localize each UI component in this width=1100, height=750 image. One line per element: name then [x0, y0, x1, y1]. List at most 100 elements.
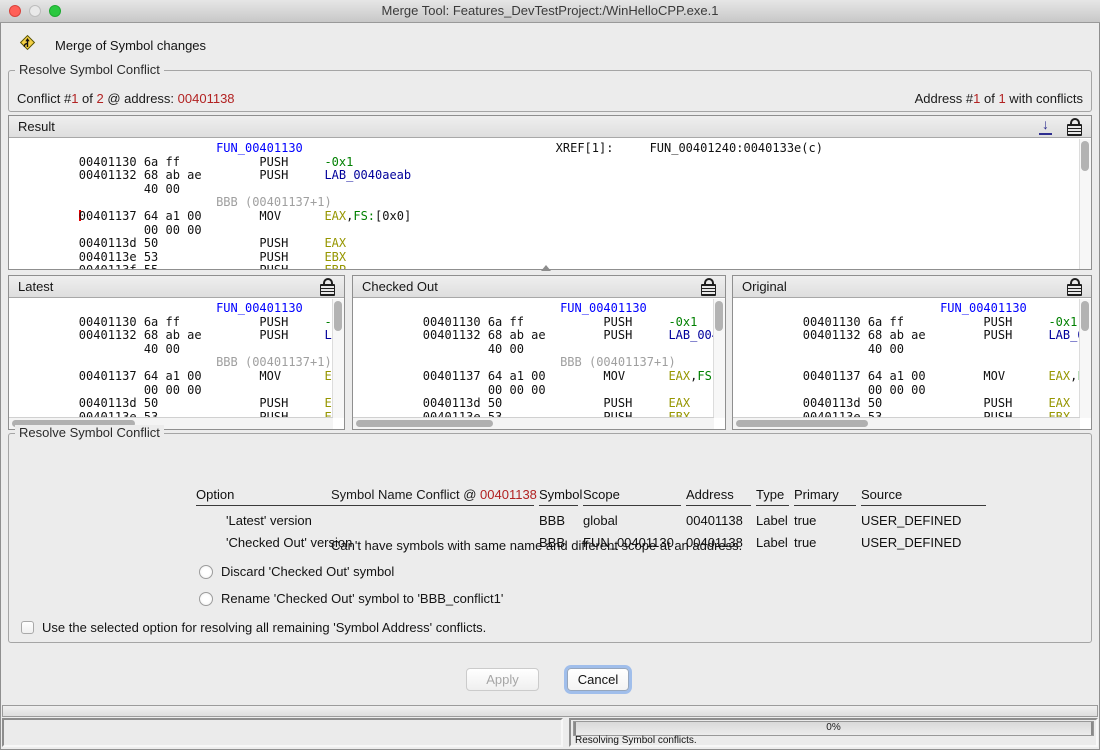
scrollbar-thumb[interactable] — [1081, 141, 1089, 171]
listing-line: 00401132 68 ab ae PUSH LAB_0040aeab — [365, 329, 725, 343]
listing-line: 0040113e 53 PUSH EBX — [21, 251, 1091, 265]
panel-title: Latest — [18, 279, 53, 294]
listing-line: 00401130 6a ff PUSH -0x1 — [745, 316, 1091, 330]
radio-label: Discard 'Checked Out' symbol — [221, 564, 394, 579]
group-title: Resolve Symbol Conflict — [15, 425, 164, 440]
table-cell: Label — [756, 506, 789, 528]
radio-button-icon[interactable] — [199, 592, 213, 606]
radio-discard-checked-out[interactable]: Discard 'Checked Out' symbol — [199, 564, 394, 579]
progress-message: Resolving Symbol conflicts. — [575, 735, 697, 746]
listing-line: BBB (00401137+1) — [365, 356, 725, 370]
listing-line: 40 00 — [21, 183, 1091, 197]
vertical-scrollbar[interactable] — [713, 299, 725, 418]
merge-tool-window: Merge Tool: Features_DevTestProject:/Win… — [0, 0, 1100, 750]
listing-line: BBB (00401137+1) — [21, 356, 344, 370]
listing-line: 00401137 64 a1 00 MOV EAX,FS:[0x0] — [745, 370, 1091, 384]
table-header-cell: Address — [686, 487, 751, 506]
listing-line: 00 00 00 — [365, 384, 725, 398]
checked-out-panel-header: Checked Out — [353, 276, 725, 298]
vertical-scrollbar[interactable] — [1079, 299, 1091, 418]
table-header-cell: Scope — [583, 487, 681, 506]
listing-line: 40 00 — [21, 343, 344, 357]
listing-line: 0040113d 50 PUSH EAX — [21, 397, 344, 411]
listing-line: 00401137 64 a1 00 MOV EAX,FS:[0x0] — [21, 370, 344, 384]
status-strip — [2, 705, 1098, 717]
horizontal-scrollbar[interactable] — [733, 417, 1080, 429]
progress-percent: 0% — [826, 722, 840, 733]
group-title: Resolve Symbol Conflict — [15, 62, 164, 77]
progress-bar: 0% — [573, 721, 1094, 736]
vertical-scrollbar[interactable] — [1079, 139, 1091, 269]
listing-line: 0040113d 50 PUSH EAX — [745, 397, 1091, 411]
table-cell: 'Latest' version — [196, 506, 534, 528]
table-header-cell: Option — [196, 487, 534, 506]
result-panel-header: Result ↓ — [9, 116, 1091, 138]
table-header-cell: Source — [861, 487, 986, 506]
lock-icon[interactable] — [320, 284, 335, 296]
resolve-conflict-bottom-group: Resolve Symbol Conflict Symbol Name Conf… — [8, 433, 1092, 643]
conflict-counter: Conflict #1 of 2 @ address: 00401138 — [17, 91, 235, 106]
table-cell: true — [794, 506, 856, 528]
radio-rename-checked-out[interactable]: Rename 'Checked Out' symbol to 'BBB_conf… — [199, 591, 503, 606]
window-title: Merge Tool: Features_DevTestProject:/Win… — [0, 3, 1100, 18]
phase-label: Merge of Symbol changes — [55, 38, 206, 53]
original-assembly-listing: FUN_00401130 00401130 6a ff PUSH -0x1 00… — [733, 299, 1091, 418]
radio-label: Rename 'Checked Out' symbol to 'BBB_conf… — [221, 591, 503, 606]
table-header-cell: Primary — [794, 487, 856, 506]
listing-line: 00401132 68 ab ae PUSH LAB_0040aeab — [21, 169, 1091, 183]
use-for-all-checkbox-row[interactable]: Use the selected option for resolving al… — [21, 620, 486, 635]
result-panel: Result ↓ FUN_00401130 XREF[1]: FUN_00401… — [8, 115, 1092, 270]
table-header-cell: Type — [756, 487, 789, 506]
listing-line — [745, 356, 1091, 370]
table-cell: 00401138 — [686, 506, 751, 528]
panel-title: Original — [742, 279, 787, 294]
progress-panel: 0% Resolving Symbol conflicts. — [569, 718, 1098, 747]
horizontal-scrollbar[interactable] — [353, 417, 714, 429]
listing-line: 0040113d 50 PUSH EAX — [365, 397, 725, 411]
lock-icon[interactable] — [1067, 284, 1082, 296]
splitter-handle-icon[interactable] — [541, 265, 551, 271]
merge-road-icon — [18, 33, 37, 57]
radio-button-icon[interactable] — [199, 565, 213, 579]
listing-line: 00401137 64 a1 00 MOV EAX,FS:[0x0] — [21, 210, 1091, 224]
listing-line: 00401132 68 ab ae PUSH LAB_0040aeab — [21, 329, 344, 343]
scrollbar-thumb[interactable] — [334, 301, 342, 331]
listing-line: 00 00 00 — [745, 384, 1091, 398]
checked-out-assembly-listing: FUN_00401130 00401130 6a ff PUSH -0x1 00… — [353, 299, 725, 418]
apply-to-result-icon[interactable]: ↓ — [1038, 118, 1053, 135]
apply-button[interactable]: Apply — [466, 668, 539, 691]
cancel-button[interactable]: Cancel — [567, 668, 629, 691]
listing-line: 00401130 6a ff PUSH -0x1 — [365, 316, 725, 330]
table-cell: true — [794, 528, 856, 550]
lock-icon[interactable] — [1067, 124, 1082, 136]
scrollbar-thumb[interactable] — [715, 301, 723, 331]
listing-line: 00401130 6a ff PUSH -0x1 — [21, 316, 344, 330]
address-counter: Address #1 of 1 with conflicts — [915, 91, 1083, 106]
scrollbar-thumb[interactable] — [736, 420, 868, 427]
scrollbar-thumb[interactable] — [1081, 301, 1089, 331]
table-header-cell: Symbol — [539, 487, 578, 506]
listing-line: 0040113d 50 PUSH EAX — [21, 237, 1091, 251]
checked-out-panel: Checked Out FUN_00401130 00401130 6a ff … — [352, 275, 726, 430]
listing-line: 00401137 64 a1 00 MOV EAX,FS:[0x0] — [365, 370, 725, 384]
original-panel: Original FUN_00401130 00401130 6a ff PUS… — [732, 275, 1092, 430]
panel-title: Result — [18, 119, 55, 134]
listing-line: 00401132 68 ab ae PUSH LAB_0040aeab — [745, 329, 1091, 343]
checkbox-icon[interactable] — [21, 621, 34, 634]
merge-phase-row: Merge of Symbol changes — [18, 33, 206, 57]
listing-line: FUN_00401130 — [21, 302, 344, 316]
original-panel-header: Original — [733, 276, 1091, 298]
table-cell: FUN_00401130 — [583, 528, 681, 550]
vertical-scrollbar[interactable] — [332, 299, 344, 418]
status-message-panel — [2, 718, 563, 747]
titlebar: Merge Tool: Features_DevTestProject:/Win… — [0, 0, 1100, 23]
lock-icon[interactable] — [701, 284, 716, 296]
listing-line: 0040113f 55 PUSH EBP — [21, 264, 1091, 269]
latest-panel-header: Latest — [9, 276, 344, 298]
listing-line: 40 00 — [745, 343, 1091, 357]
table-cell: Label — [756, 528, 789, 550]
scrollbar-thumb[interactable] — [356, 420, 493, 427]
listing-line: FUN_00401130 — [745, 302, 1091, 316]
checkbox-label: Use the selected option for resolving al… — [42, 620, 486, 635]
latest-assembly-listing: FUN_00401130 00401130 6a ff PUSH -0x1 00… — [9, 299, 344, 418]
